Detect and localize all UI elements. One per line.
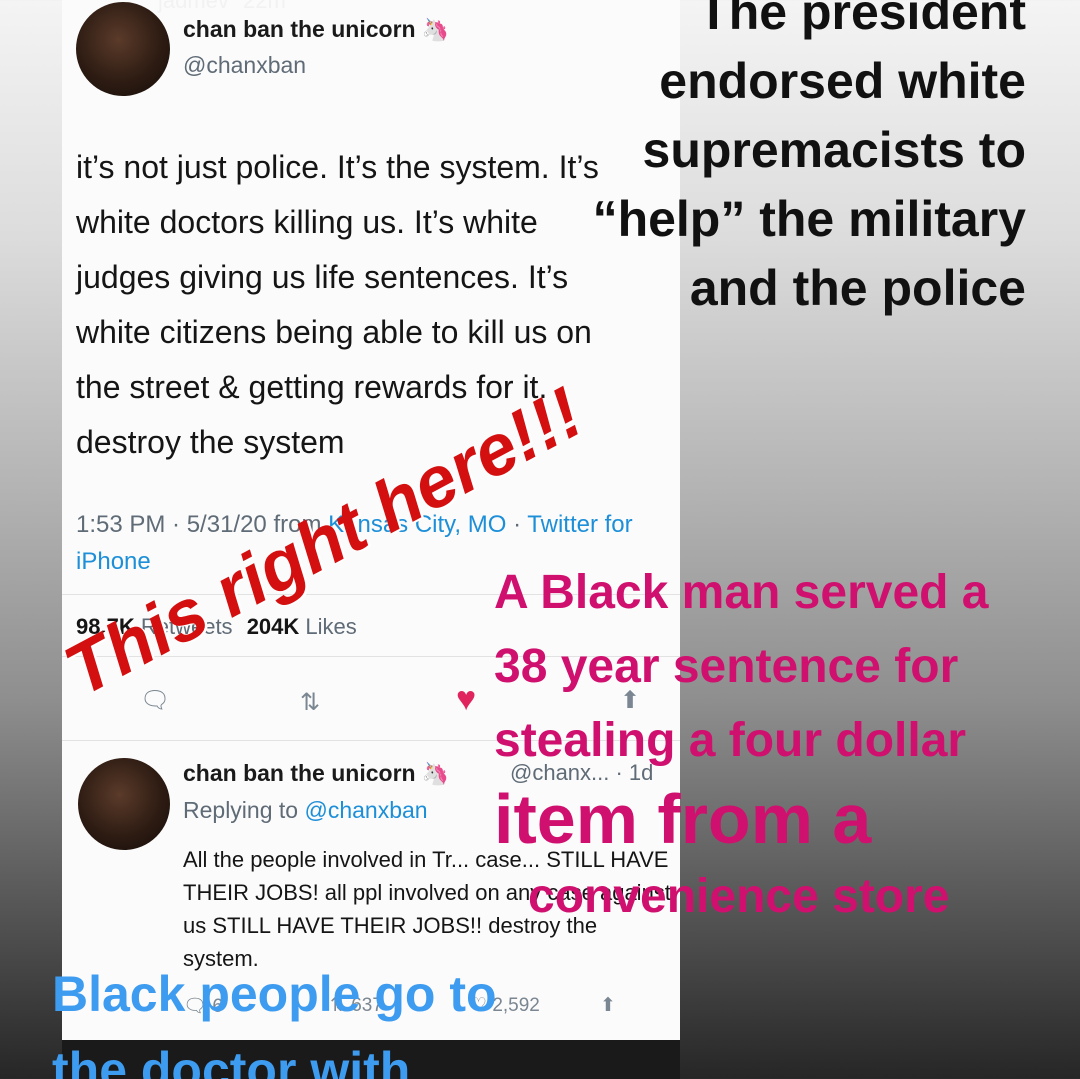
like-count-value: 2,592 bbox=[492, 995, 540, 1016]
pink-line: convenience store bbox=[528, 870, 950, 923]
unicorn-emoji-icon: 🦄 bbox=[421, 17, 449, 42]
story-time: 22m bbox=[243, 0, 286, 13]
pink-line: stealing a four dollar bbox=[494, 714, 967, 767]
blue-line: Black people go to bbox=[52, 966, 497, 1022]
tweet-line: the street & getting rewards for it. bbox=[76, 369, 548, 405]
tweet-display-name[interactable]: chan ban the unicorn 🦄 bbox=[183, 16, 449, 43]
like-icon[interactable]: ♥ bbox=[456, 680, 476, 719]
tweet-handle[interactable]: @chanxban bbox=[183, 52, 306, 79]
blue-line: the doctor with bbox=[52, 1042, 411, 1079]
pink-line: A Black man served a bbox=[494, 566, 989, 619]
retweet-icon[interactable]: ⇅ bbox=[300, 688, 320, 717]
reply-icon[interactable]: 🗨 bbox=[140, 686, 170, 715]
avatar[interactable] bbox=[78, 758, 170, 850]
pink-big-line: item from a bbox=[494, 780, 872, 858]
story-text-black[interactable]: The president endorsed white supremacist… bbox=[556, 0, 1026, 323]
unicorn-emoji-icon: 🦄 bbox=[421, 761, 449, 786]
display-name-text: chan ban the unicorn bbox=[183, 16, 416, 42]
story-text-blue[interactable]: Black people go to the doctor with bbox=[52, 956, 497, 1079]
pink-line: 38 year sentence for bbox=[494, 640, 959, 693]
avatar[interactable] bbox=[76, 2, 170, 96]
story-header: jadmev 22m bbox=[158, 0, 286, 14]
replying-to-label: Replying to bbox=[183, 797, 305, 823]
display-name-text: chan ban the unicorn bbox=[183, 760, 416, 786]
likes-label: Likes bbox=[305, 614, 357, 639]
reply-share-icon[interactable]: ⬆ bbox=[600, 994, 616, 1017]
replying-to: Replying to @chanxban bbox=[183, 797, 428, 824]
via-separator: · bbox=[513, 511, 528, 538]
story-text-pink[interactable]: A Black man served a 38 year sentence fo… bbox=[494, 556, 1074, 934]
replying-to-handle[interactable]: @chanxban bbox=[304, 797, 427, 823]
story-username[interactable]: jadmev bbox=[158, 0, 229, 13]
reply-display-name[interactable]: chan ban the unicorn 🦄 bbox=[183, 760, 449, 787]
